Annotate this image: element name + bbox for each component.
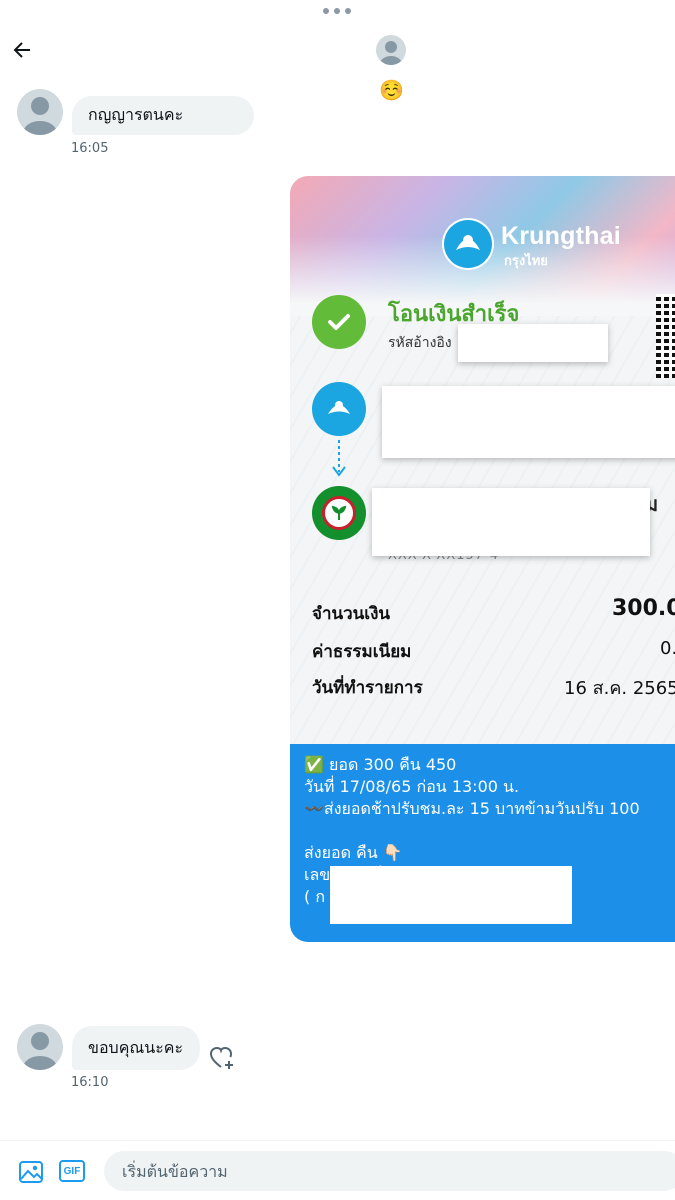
arrow-down-icon — [332, 440, 346, 477]
bank-brand: Krungthai — [501, 222, 621, 250]
contact-avatar[interactable] — [376, 35, 406, 65]
message-composer: GIF เริ่มต้นข้อความ — [0, 1140, 675, 1200]
back-arrow-icon[interactable] — [10, 38, 34, 62]
transfer-slip-image[interactable]: Krungthai กรุงไทย โอนเงินสำเร็จ รหัสอ้าง… — [290, 176, 675, 942]
fee-value: 0. — [660, 638, 675, 659]
amount-label: จำนวนเงิน — [312, 604, 391, 624]
krungthai-logo-icon — [442, 218, 494, 270]
dm-conversation: ☺️ กญญารตนคะ 16:05 Krungthai กรุงไทย โอน… — [0, 0, 675, 1200]
message-bubble[interactable]: ขอบคุณนะคะ — [72, 1026, 200, 1070]
reference-label: รหัสอ้างอิง — [388, 335, 452, 351]
qr-code-icon — [656, 294, 675, 378]
amount-value: 300.0 — [612, 596, 675, 621]
date-value: 16 ส.ค. 2565 — [564, 678, 675, 699]
sender-bank-icon — [312, 382, 366, 436]
date-label: วันที่ทำรายการ — [312, 678, 423, 698]
message-input[interactable]: เริ่มต้นข้อความ — [104, 1151, 675, 1191]
redaction-box — [382, 386, 675, 458]
gif-button[interactable]: GIF — [59, 1160, 85, 1182]
redaction-box — [330, 866, 572, 924]
caption-line: 〰️ส่งยอดช้าปรับชม.ละ 15 บาทข้ามวันปรับ 1… — [304, 799, 640, 818]
contact-name-emoji: ☺️ — [379, 78, 404, 102]
redaction-box — [458, 324, 608, 362]
caption-line: วันที่ 17/08/65 ก่อน 13:00 น. — [304, 777, 520, 796]
receiver-bank-icon — [312, 486, 366, 540]
caption-line: ส่งยอด คืน 👇🏻 — [304, 843, 403, 862]
sender-avatar[interactable] — [17, 1024, 63, 1070]
message-time: 16:10 — [71, 1075, 109, 1090]
more-icon[interactable] — [323, 8, 351, 14]
message-bubble[interactable]: กญญารตนคะ — [72, 96, 254, 135]
image-upload-icon[interactable] — [18, 1159, 44, 1185]
react-heart-icon[interactable] — [208, 1044, 236, 1072]
sender-avatar[interactable] — [17, 89, 63, 135]
message-time: 16:05 — [71, 141, 109, 156]
bank-brand-thai: กรุงไทย — [504, 254, 548, 269]
fee-label: ค่าธรรมเนียม — [312, 642, 412, 662]
caption-line: ✅ ยอด 300 คืน 450 — [304, 755, 457, 774]
success-check-icon — [312, 295, 366, 349]
redaction-box — [372, 488, 650, 556]
